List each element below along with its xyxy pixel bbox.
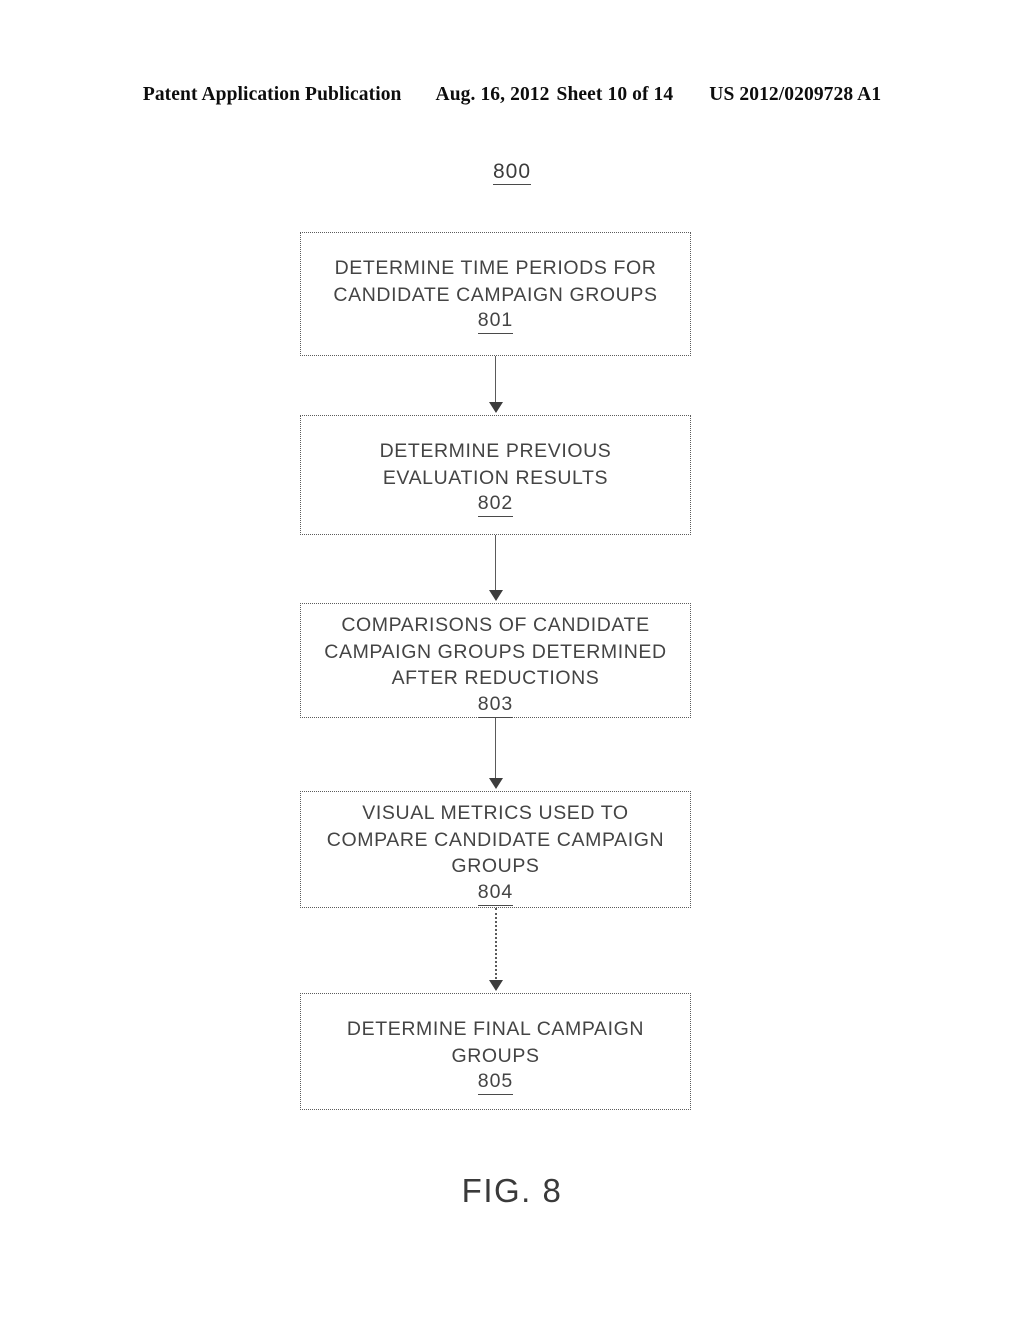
- flowchart-step-803: COMPARISONS OF CANDIDATE CAMPAIGN GROUPS…: [300, 603, 691, 718]
- header-publication-date: Aug. 16, 2012: [435, 84, 550, 105]
- flowchart-step-803-number: 803: [477, 692, 514, 718]
- flowchart-step-802: DETERMINE PREVIOUS EVALUATION RESULTS 80…: [300, 415, 691, 535]
- header-sheet-number: Sheet 10 of 14: [556, 84, 674, 105]
- connector-line: [495, 535, 496, 593]
- flowchart-step-803-text: COMPARISONS OF CANDIDATE CAMPAIGN GROUPS…: [324, 614, 667, 689]
- flowchart-step-804: VISUAL METRICS USED TO COMPARE CANDIDATE…: [300, 791, 691, 908]
- connector-802-to-803: [488, 535, 504, 603]
- flowchart-step-804-text: VISUAL METRICS USED TO COMPARE CANDIDATE…: [326, 802, 665, 877]
- figure-reference-number-value: 800: [492, 160, 532, 185]
- arrowhead-icon: [489, 402, 503, 413]
- flowchart-step-802-text: DETERMINE PREVIOUS EVALUATION RESULTS: [379, 440, 612, 489]
- connector-804-to-805: [488, 908, 504, 993]
- figure-reference-number: 800: [0, 160, 1024, 185]
- flowchart-step-801-text: DETERMINE TIME PERIODS FOR CANDIDATE CAM…: [333, 257, 658, 306]
- flowchart-step-805-text: DETERMINE FINAL CAMPAIGN GROUPS: [346, 1018, 645, 1067]
- connector-801-to-802: [488, 356, 504, 415]
- header-publication-title: Patent Application Publication: [142, 84, 402, 105]
- flowchart-step-805-number: 805: [477, 1069, 514, 1095]
- flowchart-step-802-number: 802: [477, 491, 514, 517]
- flowchart-step-801: DETERMINE TIME PERIODS FOR CANDIDATE CAM…: [300, 232, 691, 356]
- flowchart-step-805: DETERMINE FINAL CAMPAIGN GROUPS 805: [300, 993, 691, 1110]
- arrowhead-icon: [489, 590, 503, 601]
- page-header: Patent Application Publication Aug. 16, …: [0, 84, 1024, 106]
- flowchart-step-801-number: 801: [477, 308, 514, 334]
- connector-803-to-804: [488, 718, 504, 791]
- connector-line: [495, 908, 497, 983]
- figure-caption: FIG. 8: [461, 1172, 563, 1209]
- connector-line: [495, 718, 496, 781]
- arrowhead-icon: [489, 980, 503, 991]
- header-patent-number: US 2012/0209728 A1: [709, 84, 882, 105]
- arrowhead-icon: [489, 778, 503, 789]
- connector-line: [495, 356, 496, 405]
- flowchart-step-804-number: 804: [477, 880, 514, 906]
